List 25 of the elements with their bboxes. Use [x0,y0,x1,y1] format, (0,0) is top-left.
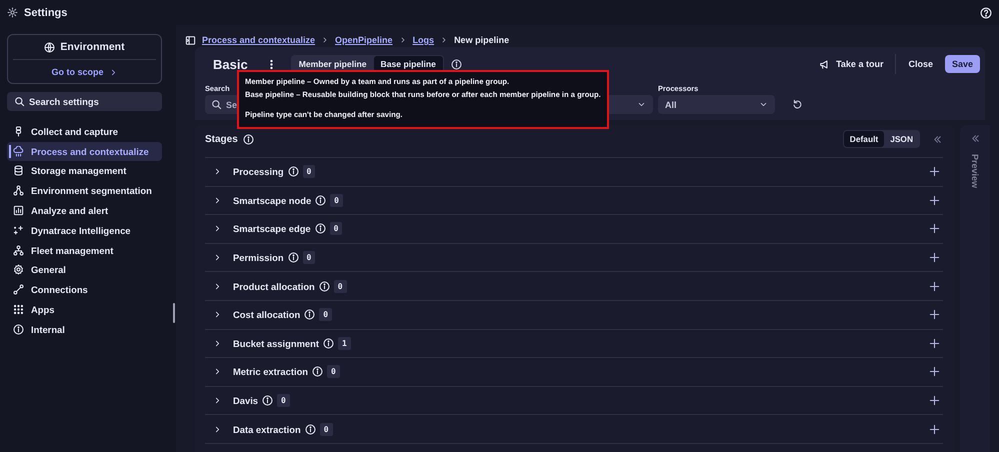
count-badge: 0 [277,394,290,408]
stage-label: Smartscape edge [233,223,311,234]
count-badge: 0 [302,165,316,178]
stage-label: Permission [233,252,284,264]
stage-label: Smartscape node [233,194,312,206]
stage-label: Bucket assignment [233,338,319,349]
pipeline-title: Basic [213,56,248,72]
window-title: Settings [24,6,68,18]
stage-label: Processing [233,166,284,178]
stage-label: Product allocation [233,280,315,292]
count-badge: 0 [302,251,316,264]
breadcrumb-current: New pipeline [454,35,510,45]
count-badge: 0 [319,308,332,322]
count-badge: 0 [330,194,343,207]
stage-label: Data extraction [233,424,301,435]
stage-label: Metric extraction [233,366,308,378]
count-badge: 1 [338,336,351,350]
stage-label: Cost allocation [233,309,300,320]
section-title: Stages [205,134,238,144]
count-badge: 0 [334,280,347,293]
scope-title: Environment [60,41,125,53]
count-badge: 0 [330,222,342,236]
stage-label: Davis [233,395,258,406]
count-badge: 0 [327,365,340,378]
count-badge: 0 [320,422,333,436]
